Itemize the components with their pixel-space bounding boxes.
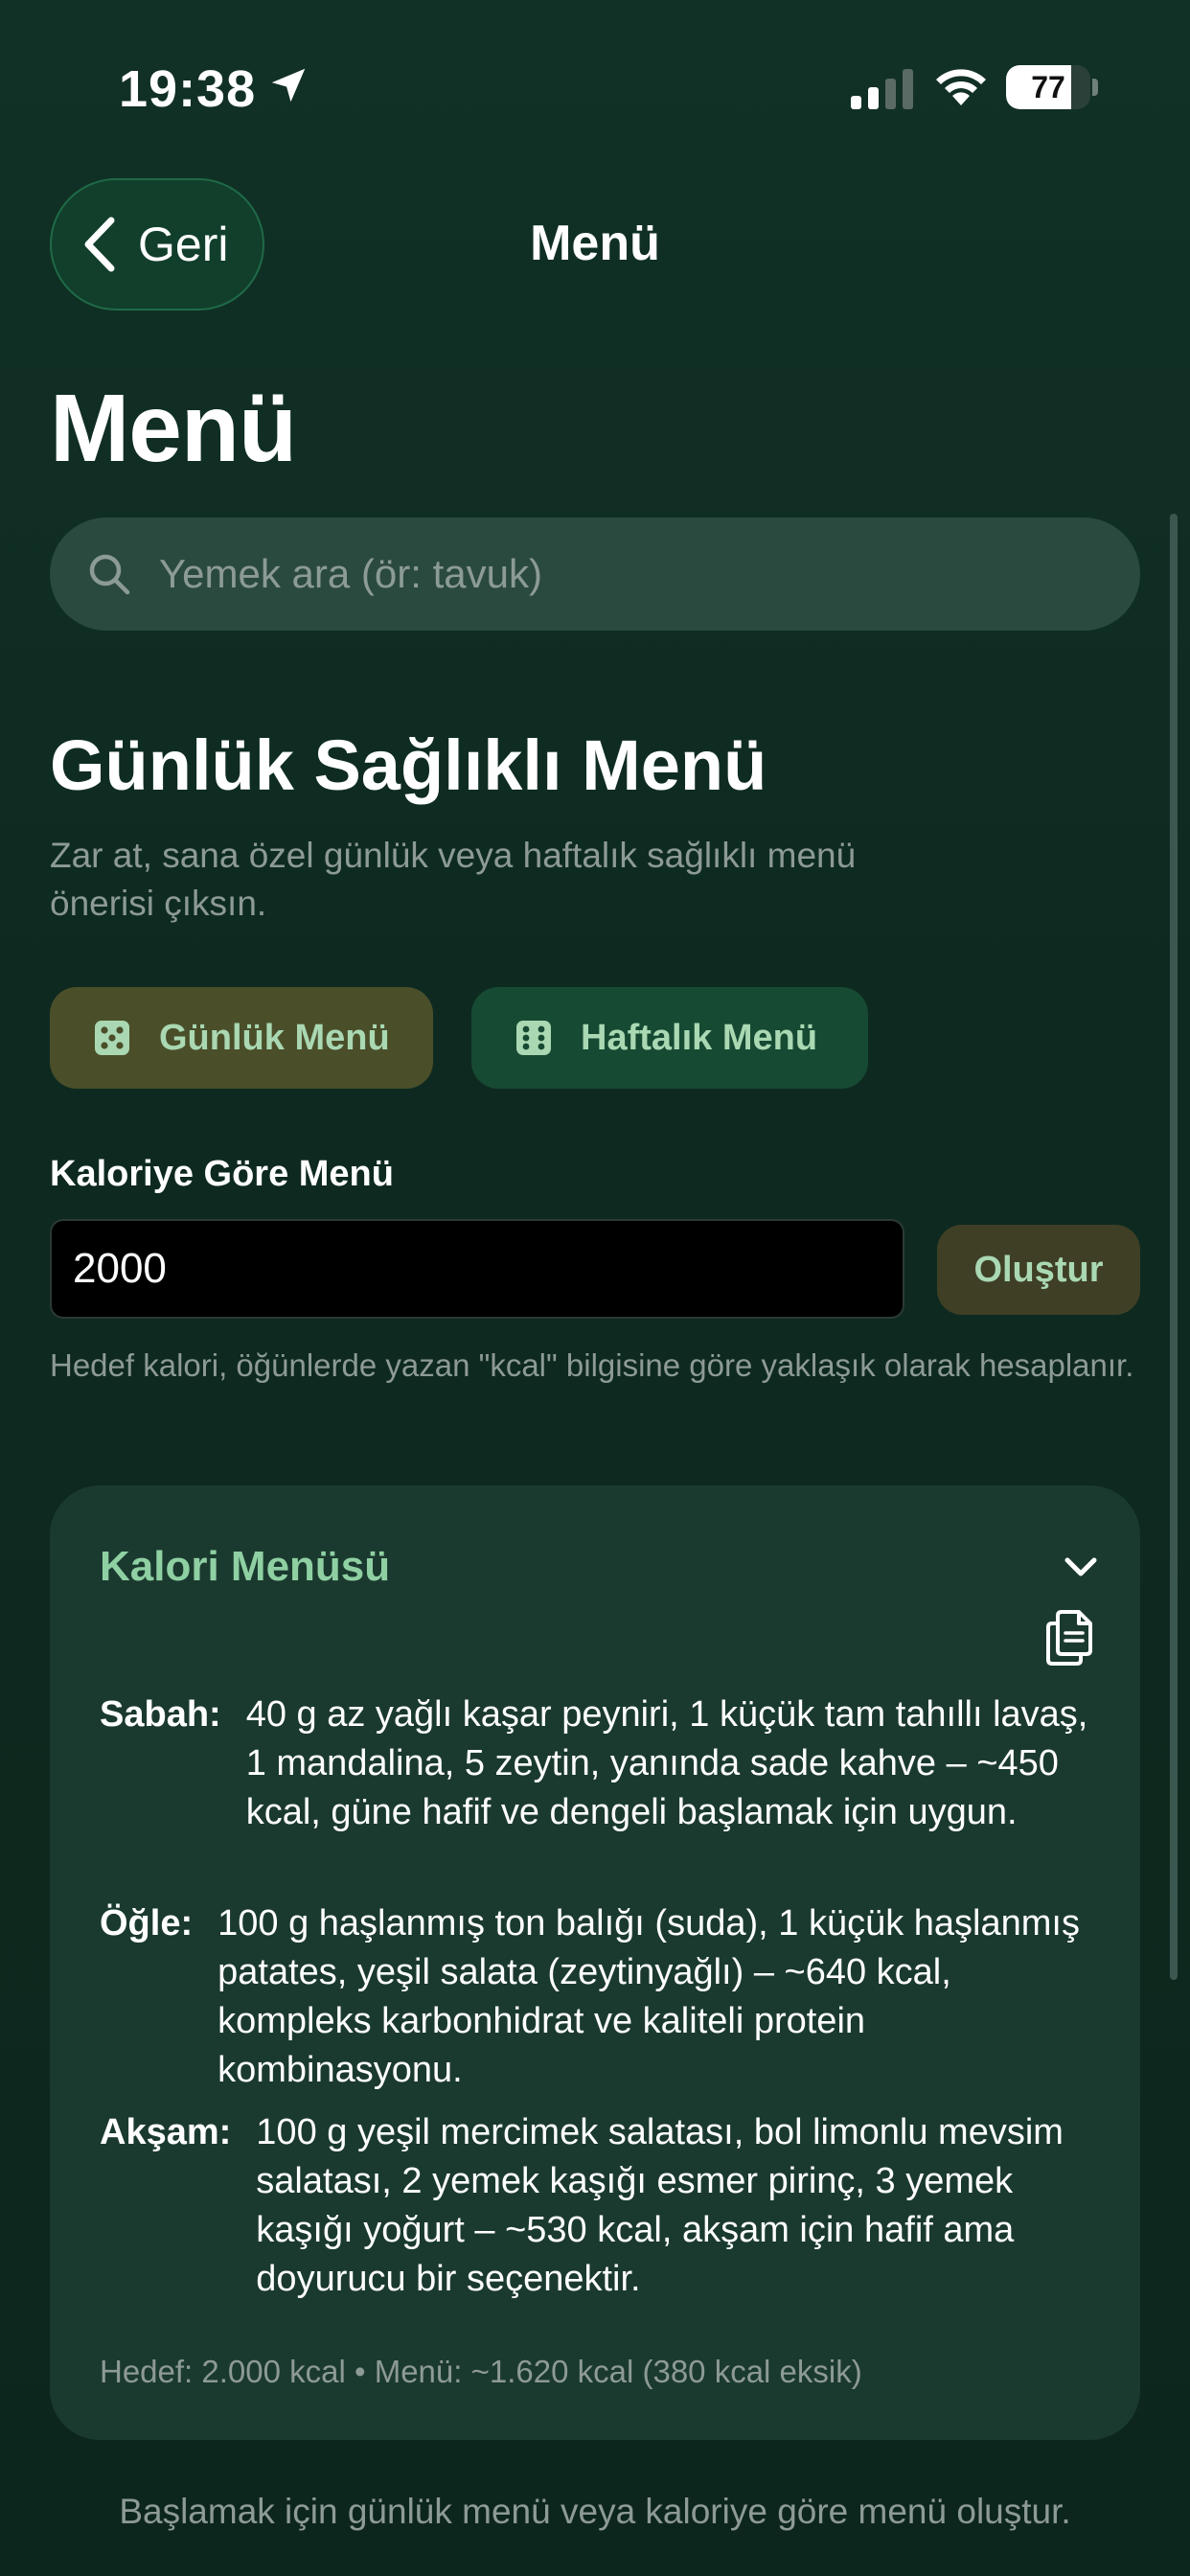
weekly-menu-label: Haftalık Menü <box>581 1017 818 1058</box>
meal-text: 100 g haşlanmış ton balığı (suda), 1 küç… <box>217 1903 1080 2090</box>
create-button[interactable]: Oluştur <box>937 1225 1140 1315</box>
status-bar: 19:38 77 <box>0 0 1190 172</box>
dice-icon <box>516 1021 551 1055</box>
page-title: Menü <box>50 375 297 482</box>
copy-icon[interactable] <box>1042 1608 1096 1668</box>
meal-lunch: Öğle: 100 g haşlanmış ton balığı (suda),… <box>100 1899 1099 2095</box>
section-title: Günlük Sağlıklı Menü <box>50 725 767 805</box>
scrollbar[interactable] <box>1170 514 1178 1980</box>
daily-menu-label: Günlük Menü <box>159 1017 390 1058</box>
meal-text: 40 g az yağlı kaşar peyniri, 1 küçük tam… <box>245 1694 1088 1832</box>
meal-label: Öğle: <box>100 1903 194 1944</box>
card-title: Kalori Menüsü <box>100 1543 391 1590</box>
battery-indicator: 77 <box>1006 65 1090 109</box>
dice-icon <box>95 1021 129 1055</box>
card-summary: Hedef: 2.000 kcal • Menü: ~1.620 kcal (3… <box>100 2354 862 2389</box>
cellular-signal-icon <box>851 69 913 109</box>
meal-dinner: Akşam: 100 g yeşil mercimek salatası, bo… <box>100 2108 1099 2304</box>
search-bar[interactable] <box>50 518 1140 631</box>
weekly-menu-button[interactable]: Haftalık Menü <box>471 987 868 1089</box>
daily-menu-button[interactable]: Günlük Menü <box>50 987 433 1089</box>
calorie-hint: Hedef kalori, öğünlerde yazan "kcal" bil… <box>50 1347 1134 1383</box>
calorie-input[interactable] <box>50 1219 904 1319</box>
calorie-label: Kaloriye Göre Menü <box>50 1154 394 1194</box>
location-arrow-icon <box>271 68 306 103</box>
search-icon <box>89 554 130 595</box>
chevron-down-icon[interactable] <box>1062 1552 1100 1581</box>
battery-level: 77 <box>1031 69 1065 104</box>
meal-label: Akşam: <box>100 2112 232 2152</box>
calorie-menu-card: Kalori Menüsü Sabah: 40 g az yağlı kaşar… <box>50 1485 1140 2440</box>
status-time: 19:38 <box>119 60 257 118</box>
section-description: Zar at, sana özel günlük veya haftalık s… <box>50 836 857 923</box>
meal-breakfast: Sabah: 40 g az yağlı kaşar peyniri, 1 kü… <box>100 1690 1099 1837</box>
nav-title: Menü <box>530 216 660 271</box>
battery-cap <box>1092 79 1098 96</box>
bottom-hint: Başlamak için günlük menü veya kaloriye … <box>119 2492 1071 2531</box>
meal-text: 100 g yeşil mercimek salatası, bol limon… <box>256 2112 1064 2299</box>
wifi-icon <box>936 69 986 105</box>
meal-label: Sabah: <box>100 1694 221 1735</box>
search-input[interactable] <box>159 551 1079 597</box>
menu-screen: 19:38 77 Geri Menü Menü Yemek ara (ör: t… <box>0 0 1190 2576</box>
